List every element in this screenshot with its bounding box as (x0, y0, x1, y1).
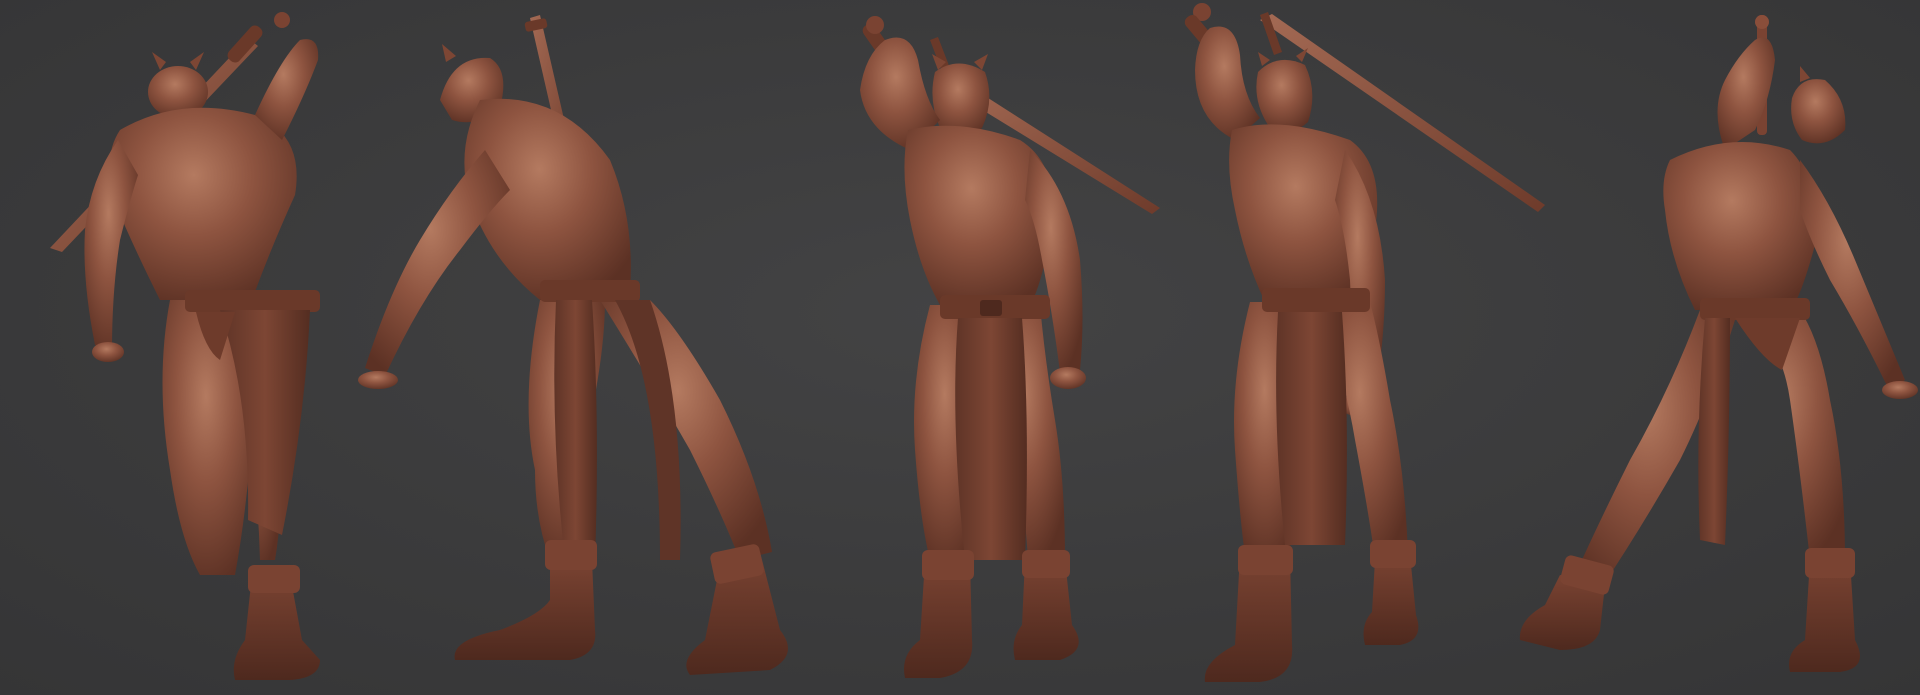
boots (1204, 540, 1419, 682)
sculpt-back-view (50, 12, 320, 680)
sculpt-turnaround-canvas (0, 0, 1920, 695)
boots (904, 550, 1079, 678)
boots (454, 540, 788, 675)
sculpt-back-three-quarter-view (358, 15, 788, 675)
boots (1519, 548, 1860, 672)
sculpt-side-rear-view (1519, 15, 1918, 672)
boots (233, 565, 320, 680)
sculpt-front-view (860, 16, 1160, 678)
